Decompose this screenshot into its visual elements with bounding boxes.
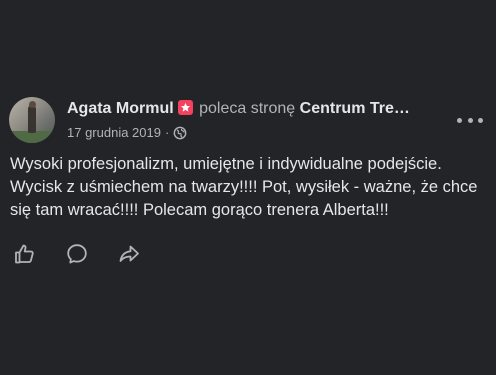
share-icon — [117, 242, 141, 271]
meta-separator: · — [164, 125, 170, 140]
post-date[interactable]: 17 grudnia 2019 — [67, 125, 161, 141]
author-avatar[interactable] — [9, 97, 55, 143]
more-options-button[interactable] — [457, 112, 483, 128]
like-button[interactable] — [12, 243, 38, 269]
comment-icon — [65, 242, 89, 271]
post-text: Wysoki profesjonalizm, umiejętne i indyw… — [10, 155, 478, 219]
post-meta: 17 grudnia 2019 · — [67, 125, 187, 141]
recommend-star-icon — [177, 100, 193, 115]
author-name[interactable]: Agata Mormul — [67, 100, 174, 117]
share-button[interactable] — [116, 243, 142, 269]
dot-icon — [457, 117, 462, 123]
comment-button[interactable] — [64, 243, 90, 269]
post-header: Agata Mormul poleca stronę Centrum Tre… — [67, 99, 457, 119]
thumbs-up-icon — [13, 242, 37, 271]
recommendation-post: Agata Mormul poleca stronę Centrum Tre… … — [0, 0, 496, 375]
dot-icon — [467, 117, 473, 123]
action-text: poleca stronę — [199, 100, 296, 117]
dot-icon — [478, 117, 483, 123]
recommended-page-name[interactable]: Centrum Tre… — [300, 100, 410, 117]
globe-icon[interactable] — [173, 126, 187, 140]
post-actions — [12, 243, 168, 269]
